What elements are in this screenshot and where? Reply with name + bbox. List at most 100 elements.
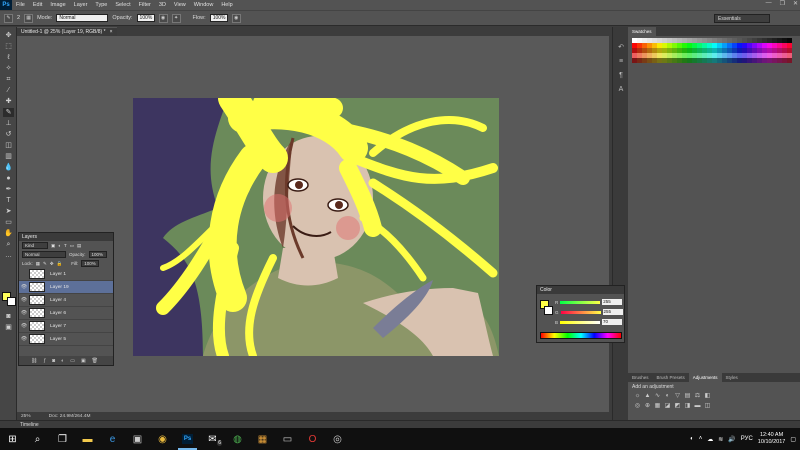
menu-select[interactable]: Select xyxy=(111,2,134,8)
eyedropper-tool-icon[interactable]: ⁄ xyxy=(3,86,14,95)
brush-tool-icon[interactable]: ✎ xyxy=(3,108,14,117)
menu-edit[interactable]: Edit xyxy=(29,2,46,8)
character-panel-icon[interactable]: A xyxy=(616,85,626,94)
red-slider[interactable] xyxy=(560,300,601,304)
menu-3d[interactable]: 3D xyxy=(155,2,170,8)
layer-name[interactable]: Layer 19 xyxy=(50,285,69,290)
artwork-canvas[interactable] xyxy=(133,98,499,356)
winrar-icon[interactable]: ▦ xyxy=(250,428,275,450)
layer-name[interactable]: Layer 6 xyxy=(50,311,66,316)
layer-row[interactable]: 👁 Layer 7 xyxy=(19,320,113,333)
layer-row[interactable]: 👁 Layer 6 xyxy=(19,307,113,320)
type-tool-icon[interactable]: T xyxy=(3,196,14,205)
menu-layer[interactable]: Layer xyxy=(70,2,92,8)
visibility-icon[interactable]: 👁 xyxy=(19,284,29,290)
filter-type-icon[interactable]: T xyxy=(64,243,67,248)
menu-type[interactable]: Type xyxy=(91,2,111,8)
brush-panel-icon[interactable]: ▦ xyxy=(24,13,34,23)
delete-layer-icon[interactable]: 🗑 xyxy=(92,358,98,364)
dodge-tool-icon[interactable]: ● xyxy=(3,174,14,183)
opacity-field[interactable]: 100% xyxy=(136,14,155,22)
wifi-icon[interactable]: ≋ xyxy=(718,436,723,443)
menu-file[interactable]: File xyxy=(12,2,29,8)
minimize-button[interactable]: — xyxy=(766,0,772,7)
filter-adjust-icon[interactable]: ◐ xyxy=(58,243,61,248)
quick-mask-icon[interactable]: ◙ xyxy=(3,312,14,321)
color-spectrum[interactable] xyxy=(540,332,622,339)
layer-name[interactable]: Layer 1 xyxy=(50,272,66,277)
exposure-icon[interactable]: ◐ xyxy=(664,393,671,400)
layer-name[interactable]: Layer 7 xyxy=(50,324,66,329)
zoom-tool-icon[interactable]: ⌕ xyxy=(3,240,14,249)
store-icon[interactable]: ▣ xyxy=(125,428,150,450)
fill-field[interactable]: 100% xyxy=(81,260,100,267)
app-icon[interactable]: ▭ xyxy=(275,428,300,450)
threshold-icon[interactable]: ◨ xyxy=(684,403,691,410)
history-panel-icon[interactable]: ↶ xyxy=(616,43,626,52)
photoshop-logo[interactable]: Ps xyxy=(0,0,12,10)
fx-icon[interactable]: ƒ xyxy=(43,358,46,364)
tab-brushes[interactable]: Brushes xyxy=(628,373,653,382)
visibility-icon[interactable]: 👁 xyxy=(19,336,29,342)
steam-icon[interactable]: ◎ xyxy=(325,428,350,450)
windows-start-icon[interactable]: ⊞ xyxy=(0,428,25,450)
paragraph-panel-icon[interactable]: ¶ xyxy=(616,71,626,80)
red-value[interactable]: 255 xyxy=(602,299,623,305)
gradient-map-icon[interactable]: ▬ xyxy=(694,403,701,410)
vibrance-icon[interactable]: ▽ xyxy=(674,393,681,400)
photo-filter-icon[interactable]: ◎ xyxy=(634,403,641,410)
menu-window[interactable]: Window xyxy=(190,2,218,8)
layer-row[interactable]: 👁 Layer 4 xyxy=(19,294,113,307)
document-tab[interactable]: Untitled-1 @ 25% (Layer 19, RGB/8) * × xyxy=(17,27,117,36)
doc-size[interactable]: Doc: 24.9M/264.4M xyxy=(49,414,91,419)
posterize-icon[interactable]: ◩ xyxy=(674,403,681,410)
volume-icon[interactable]: 🔊 xyxy=(728,436,735,443)
mode-select[interactable]: Normal xyxy=(56,14,109,22)
new-adjustment-icon[interactable]: ◐ xyxy=(61,358,64,364)
link-layers-icon[interactable]: ⛓ xyxy=(31,358,37,364)
color-swatch[interactable] xyxy=(787,58,792,63)
background-color-swatch[interactable] xyxy=(7,297,16,306)
color-panel-header[interactable]: Color xyxy=(537,286,624,294)
visibility-icon[interactable]: 👁 xyxy=(19,310,29,316)
maximize-button[interactable]: ❐ xyxy=(780,0,785,7)
lock-position-icon[interactable]: ✥ xyxy=(50,261,54,267)
close-button[interactable]: ✕ xyxy=(793,0,798,7)
blue-slider[interactable] xyxy=(560,320,601,324)
task-view-icon[interactable]: ❐ xyxy=(50,428,75,450)
blur-tool-icon[interactable]: 💧 xyxy=(3,163,14,172)
flow-field[interactable]: 100% xyxy=(209,14,228,22)
chevron-up-icon[interactable]: ˄ xyxy=(699,436,703,442)
new-layer-icon[interactable]: ▣ xyxy=(81,358,86,364)
edge-browser-icon[interactable]: e xyxy=(100,428,125,450)
hue-saturation-icon[interactable]: ▤ xyxy=(684,393,691,400)
color-panel-background-swatch[interactable] xyxy=(544,306,553,315)
filter-smart-icon[interactable]: ▤ xyxy=(77,243,81,249)
new-group-icon[interactable]: ▭ xyxy=(70,358,75,364)
tab-swatches[interactable]: Swatches xyxy=(628,27,656,36)
lock-pixels-icon[interactable]: ✎ xyxy=(43,261,47,267)
move-tool-icon[interactable]: ✥ xyxy=(3,31,14,40)
brush-tool-preset-icon[interactable]: ✎ xyxy=(4,13,13,23)
layers-panel-header[interactable]: Layers xyxy=(19,233,113,241)
filter-shape-icon[interactable]: ▭ xyxy=(70,243,74,249)
pressure-size-icon[interactable]: ◉ xyxy=(231,13,241,23)
history-brush-tool-icon[interactable]: ↺ xyxy=(3,130,14,139)
opera-icon[interactable]: O xyxy=(300,428,325,450)
healing-tool-icon[interactable]: ✚ xyxy=(3,97,14,106)
clock[interactable]: 12:40 AM 10/10/2017 xyxy=(758,432,786,446)
brightness-icon[interactable]: ☼ xyxy=(634,393,641,400)
green-slider[interactable] xyxy=(560,310,601,314)
mail-icon[interactable]: ✉ 6 xyxy=(200,428,225,450)
blue-value[interactable]: 70 xyxy=(602,319,623,325)
clone-stamp-tool-icon[interactable]: ⊥ xyxy=(3,119,14,128)
color-balance-icon[interactable]: ⚖ xyxy=(694,393,701,400)
visibility-icon[interactable]: 👁 xyxy=(19,323,29,329)
lasso-tool-icon[interactable]: ℓ xyxy=(3,53,14,62)
menu-help[interactable]: Help xyxy=(217,2,236,8)
quick-select-tool-icon[interactable]: ✧ xyxy=(3,64,14,73)
pressure-opacity-icon[interactable]: ◉ xyxy=(158,13,168,23)
notification-icon[interactable]: ▢ xyxy=(790,436,796,443)
menu-filter[interactable]: Filter xyxy=(135,2,155,8)
pen-tool-icon[interactable]: ✒ xyxy=(3,185,14,194)
